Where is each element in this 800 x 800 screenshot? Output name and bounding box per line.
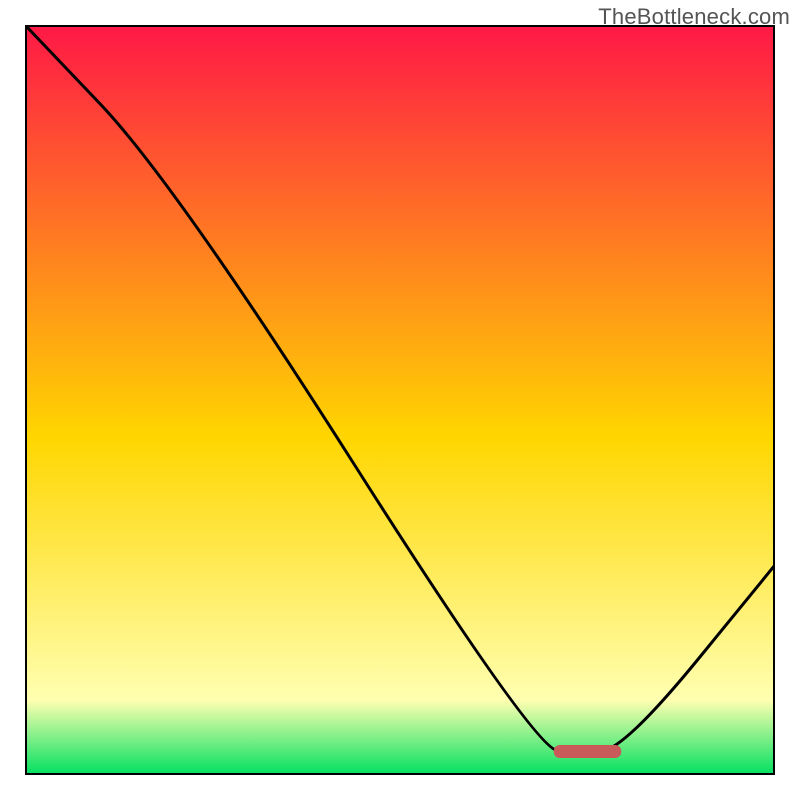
optimal-marker: [554, 745, 622, 758]
gradient-background: [25, 25, 775, 775]
watermark-label: TheBottleneck.com: [598, 4, 790, 30]
bottleneck-line-chart: [25, 25, 775, 775]
chart-container: TheBottleneck.com: [0, 0, 800, 800]
plot-area: [25, 25, 775, 775]
